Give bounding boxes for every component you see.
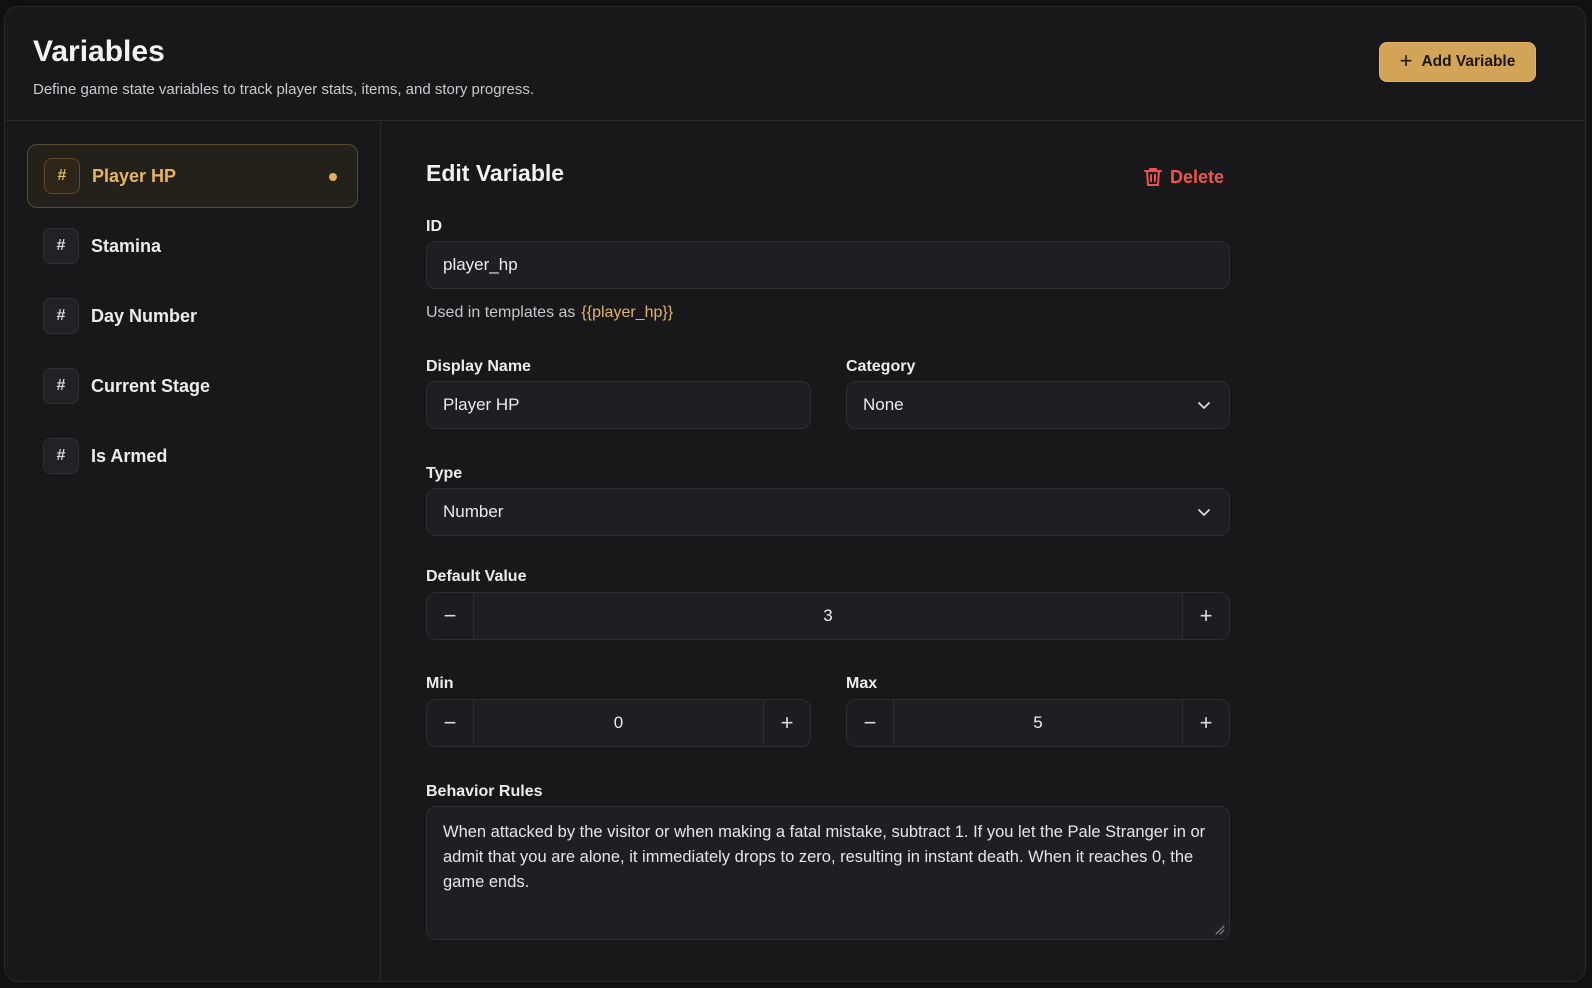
min-decrement-button[interactable]: − xyxy=(427,700,474,746)
plus-icon: + xyxy=(1399,48,1413,73)
max-stepper: − 5 + xyxy=(846,699,1230,747)
default-increment-button[interactable]: + xyxy=(1182,593,1229,639)
sidebar-item-label: Is Armed xyxy=(91,445,168,466)
max-decrement-button[interactable]: − xyxy=(847,700,894,746)
sidebar-item-label: Player HP xyxy=(92,165,177,186)
edit-variable-panel: Edit Variable Delete ID player_hp Used i… xyxy=(382,122,1585,981)
id-input[interactable]: player_hp xyxy=(426,241,1230,289)
template-hint: Used in templates as {{player_hp}} xyxy=(426,304,673,322)
page-subtitle: Define game state variables to track pla… xyxy=(33,81,535,98)
display-name-value: Player HP xyxy=(443,395,520,414)
sidebar-item-stamina[interactable]: # Stamina xyxy=(27,214,358,278)
min-label: Min xyxy=(426,675,454,692)
category-label: Category xyxy=(846,358,916,375)
min-stepper: − 0 + xyxy=(426,699,811,747)
type-value: Number xyxy=(443,502,504,521)
behavior-rules-text: When attacked by the visitor or when mak… xyxy=(443,823,1206,891)
sidebar-item-player-hp[interactable]: # Player HP xyxy=(27,144,358,208)
type-select[interactable]: Number xyxy=(426,488,1230,536)
default-decrement-button[interactable]: − xyxy=(427,593,474,639)
display-name-input[interactable]: Player HP xyxy=(426,381,811,429)
default-value-stepper: − 3 + xyxy=(426,592,1230,640)
edit-variable-title: Edit Variable xyxy=(426,160,565,186)
default-value-label: Default Value xyxy=(426,568,527,585)
template-hint-prefix: Used in templates as xyxy=(426,304,576,321)
sidebar-item-current-stage[interactable]: # Current Stage xyxy=(27,354,358,418)
display-name-label: Display Name xyxy=(426,358,531,375)
behavior-rules-label: Behavior Rules xyxy=(426,783,543,800)
max-label: Max xyxy=(846,675,878,692)
min-increment-button[interactable]: + xyxy=(763,700,810,746)
min-value-input[interactable]: 0 xyxy=(474,700,763,746)
sidebar-item-label: Day Number xyxy=(91,305,198,326)
page-header: Variables Define game state variables to… xyxy=(5,7,1585,121)
sidebar-item-day-number[interactable]: # Day Number xyxy=(27,284,358,348)
resize-grip-icon[interactable] xyxy=(1213,923,1225,935)
id-label: ID xyxy=(426,218,442,235)
add-variable-button[interactable]: + Add Variable xyxy=(1379,42,1536,82)
sidebar-item-is-armed[interactable]: # Is Armed xyxy=(27,424,358,488)
number-type-icon: # xyxy=(43,228,79,264)
chevron-down-icon xyxy=(1198,402,1210,409)
number-type-icon: # xyxy=(43,438,79,474)
delete-label: Delete xyxy=(1170,166,1225,187)
sidebar-item-label: Current Stage xyxy=(91,375,211,396)
category-value: None xyxy=(863,395,904,414)
template-token: {{player_hp}} xyxy=(581,304,674,321)
max-increment-button[interactable]: + xyxy=(1182,700,1229,746)
variable-list-sidebar: # Player HP # Stamina # Day Number # Cur… xyxy=(5,122,381,981)
add-variable-label: Add Variable xyxy=(1421,53,1516,70)
default-value-input[interactable]: 3 xyxy=(474,593,1182,639)
chevron-down-icon xyxy=(1198,509,1210,516)
sidebar-item-label: Stamina xyxy=(91,235,162,256)
page-title: Variables xyxy=(33,35,165,68)
delete-button[interactable]: Delete xyxy=(1144,162,1224,192)
behavior-rules-textarea[interactable]: When attacked by the visitor or when mak… xyxy=(426,806,1230,940)
number-type-icon: # xyxy=(43,368,79,404)
type-label: Type xyxy=(426,465,463,482)
unsaved-indicator-icon xyxy=(329,173,337,181)
category-select[interactable]: None xyxy=(846,381,1230,429)
variables-window: Variables Define game state variables to… xyxy=(4,6,1586,982)
number-type-icon: # xyxy=(44,158,80,194)
max-value-input[interactable]: 5 xyxy=(894,700,1182,746)
trash-icon xyxy=(1144,168,1162,186)
number-type-icon: # xyxy=(43,298,79,334)
id-value: player_hp xyxy=(443,255,518,274)
